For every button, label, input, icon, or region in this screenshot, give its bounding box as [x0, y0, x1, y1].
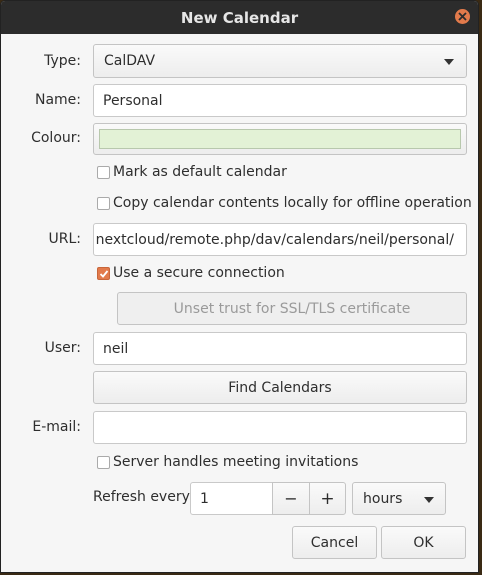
chevron-down-icon	[444, 59, 454, 65]
offline-copy-label: Copy calendar contents locally for offli…	[113, 195, 472, 211]
secure-connection-checkbox[interactable]	[97, 267, 110, 280]
type-select-value: CalDAV	[104, 53, 156, 69]
url-label: URL:	[48, 231, 82, 247]
refresh-unit-select[interactable]: hours	[352, 482, 446, 515]
default-calendar-checkbox[interactable]	[97, 166, 110, 179]
name-field[interactable]: Personal	[93, 84, 467, 117]
email-field[interactable]	[93, 411, 467, 444]
title-bar: New Calendar	[1, 1, 478, 34]
colour-picker-button[interactable]	[93, 123, 467, 155]
refresh-decrement-button[interactable]: −	[272, 482, 310, 515]
find-calendars-button[interactable]: Find Calendars	[93, 371, 467, 404]
refresh-increment-button[interactable]: +	[309, 482, 346, 515]
user-field[interactable]: neil	[93, 332, 467, 365]
secure-connection-label: Use a secure connection	[113, 265, 285, 281]
name-label: Name:	[34, 92, 81, 108]
user-label: User:	[44, 340, 81, 356]
new-calendar-dialog: New Calendar Type: CalDAV Name: Personal…	[0, 0, 479, 573]
checkmark-icon	[99, 270, 109, 278]
ok-button[interactable]: OK	[381, 526, 466, 559]
refresh-interval-input[interactable]: 1	[190, 482, 273, 515]
type-select[interactable]: CalDAV	[93, 44, 467, 78]
refresh-interval-value: 1	[200, 490, 209, 507]
dialog-title: New Calendar	[180, 9, 299, 27]
colour-swatch	[99, 129, 461, 149]
default-calendar-label: Mark as default calendar	[113, 164, 287, 180]
url-field-value: nextcloud/remote.php/dav/calendars/neil/…	[95, 231, 454, 248]
refresh-label: Refresh every	[93, 489, 190, 505]
server-invites-checkbox[interactable]	[97, 456, 110, 469]
colour-label: Colour:	[31, 130, 81, 146]
close-icon[interactable]	[455, 9, 470, 24]
offline-copy-checkbox[interactable]	[97, 197, 110, 210]
chevron-down-icon	[424, 497, 434, 503]
url-field[interactable]: nextcloud/remote.php/dav/calendars/neil/…	[93, 223, 467, 256]
user-field-value: neil	[103, 340, 129, 357]
type-label: Type:	[44, 53, 81, 69]
name-field-value: Personal	[103, 92, 163, 109]
server-invites-label: Server handles meeting invitations	[113, 454, 359, 470]
refresh-unit-value: hours	[363, 490, 403, 507]
cancel-button[interactable]: Cancel	[292, 526, 377, 559]
unset-trust-button[interactable]: Unset trust for SSL/TLS certificate	[117, 292, 467, 325]
email-label: E-mail:	[32, 419, 81, 435]
